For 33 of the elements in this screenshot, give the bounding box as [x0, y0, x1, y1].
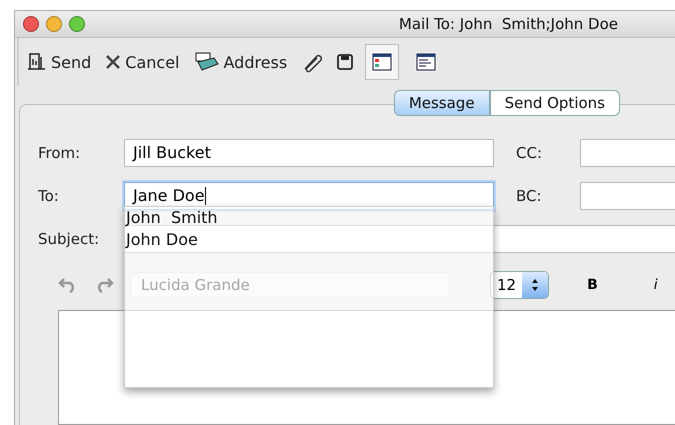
input-field[interactable] [580, 138, 675, 166]
window-icon [372, 53, 392, 71]
field-label: CC: [515, 144, 544, 162]
tab[interactable]: Message [394, 90, 490, 116]
field-label: Subject: [38, 230, 100, 248]
zoom-button[interactable] [69, 16, 85, 32]
window-icon [416, 53, 436, 71]
send-button[interactable]: Send [25, 50, 94, 74]
suggestion-item[interactable]: John Doe [125, 229, 493, 251]
window-title: Mail To: John Smith;John Doe [398, 15, 618, 33]
italic-button[interactable]: i [652, 275, 660, 295]
input-field[interactable] [580, 182, 675, 210]
message-editor[interactable] [58, 310, 675, 425]
receipt-icon [27, 53, 47, 71]
close-icon [105, 54, 122, 70]
minimize-button[interactable] [46, 16, 62, 32]
suggestion-item[interactable]: John Smith [125, 207, 493, 229]
field-label: From: [38, 144, 82, 162]
font-size-stepper[interactable]: 12 [490, 271, 550, 299]
tab[interactable]: Send Options [490, 90, 620, 116]
cancel-button[interactable]: Cancel [103, 50, 182, 74]
address-book-icon [194, 52, 220, 72]
input-field[interactable]: Jane Doe [124, 182, 494, 210]
bold-button[interactable]: B [585, 275, 600, 295]
input-field[interactable]: Jill Bucket [124, 138, 494, 166]
field-label: To: [38, 186, 60, 204]
address-button[interactable]: Address [192, 50, 290, 74]
save-button[interactable] [335, 52, 356, 72]
field-label: BC: [515, 186, 543, 204]
close-button[interactable] [23, 16, 39, 32]
view-button[interactable] [365, 44, 400, 80]
stepper-arrows-icon [531, 278, 540, 292]
input-field[interactable] [124, 224, 675, 252]
